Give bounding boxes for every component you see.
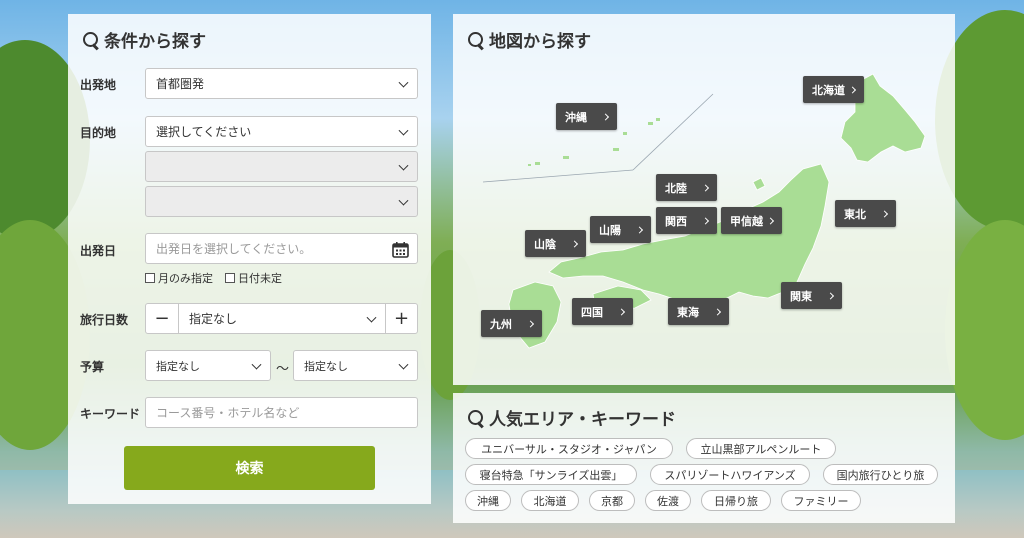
chevron-down-icon <box>398 359 409 370</box>
budget-range-separator: 〜 <box>276 362 290 377</box>
region-hokuriku-button[interactable]: 北陸 <box>656 174 717 201</box>
chevron-right-icon <box>601 112 610 121</box>
search-submit-button[interactable]: 検索 <box>124 446 375 490</box>
chevron-right-icon <box>701 216 710 225</box>
keyword-tag[interactable]: 京都 <box>589 490 635 511</box>
keyword-tag[interactable]: 北海道 <box>521 490 579 511</box>
date-undecided-checkbox[interactable] <box>225 273 235 283</box>
date-label: 出発日 <box>80 244 117 258</box>
region-shikoku-button[interactable]: 四国 <box>572 298 633 325</box>
chevron-right-icon <box>713 307 722 316</box>
keyword-label: キーワード <box>80 407 141 421</box>
chevron-down-icon <box>398 160 409 171</box>
keyword-tag[interactable]: スパリゾートハワイアンズ <box>650 464 810 485</box>
region-hokkaido-button[interactable]: 北海道 <box>803 76 864 103</box>
chevron-right-icon <box>766 216 775 225</box>
destination-sub-select-2[interactable] <box>145 186 418 217</box>
search-icon <box>467 409 485 427</box>
chevron-right-icon <box>526 319 535 328</box>
keyword-tag[interactable]: 沖縄 <box>465 490 511 511</box>
region-kyushu-button[interactable]: 九州 <box>481 310 542 337</box>
trip-days-label: 旅行日数 <box>80 313 129 327</box>
chevron-right-icon <box>880 209 889 218</box>
budget-max-select[interactable]: 指定なし <box>293 350 418 381</box>
keyword-tag[interactable]: 国内旅行ひとり旅 <box>823 464 938 485</box>
chevron-right-icon <box>617 307 626 316</box>
month-only-checkbox[interactable] <box>145 273 155 283</box>
keyword-tag[interactable]: 立山黒部アルペンルート <box>686 438 836 459</box>
chevron-down-icon <box>398 77 409 88</box>
keyword-panel-title: 人気エリア・キーワード <box>467 405 676 430</box>
departure-label: 出発地 <box>80 78 117 92</box>
keyword-tag[interactable]: 佐渡 <box>645 490 691 511</box>
trip-days-select[interactable]: 指定なし <box>178 303 386 334</box>
departure-select[interactable]: 首都圏発 <box>145 68 418 99</box>
date-undecided-option[interactable]: 日付未定 <box>225 270 282 286</box>
search-icon <box>82 31 100 49</box>
region-sanin-button[interactable]: 山陰 <box>525 230 586 257</box>
region-sanyo-button[interactable]: 山陽 <box>590 216 651 243</box>
budget-label: 予算 <box>80 360 105 374</box>
popular-keywords-panel: 人気エリア・キーワード ユニバーサル・スタジオ・ジャパン 立山黒部アルペンルート… <box>453 393 955 523</box>
chevron-down-icon <box>398 195 409 206</box>
chevron-down-icon <box>398 125 409 136</box>
chevron-right-icon <box>848 85 857 94</box>
destination-label: 目的地 <box>80 126 117 140</box>
region-kanto-button[interactable]: 関東 <box>781 282 842 309</box>
destination-select[interactable]: 選択してください <box>145 116 418 147</box>
search-conditions-panel: 条件から探す 出発地 首都圏発 目的地 選択してください 出発日 出発日を選択し… <box>68 14 431 504</box>
chevron-right-icon <box>701 183 710 192</box>
calendar-icon[interactable] <box>392 241 409 258</box>
region-okinawa-button[interactable]: 沖縄 <box>556 103 617 130</box>
keyword-tag[interactable]: 日帰り旅 <box>701 490 771 511</box>
chevron-right-icon <box>635 225 644 234</box>
search-panel-title: 条件から探す <box>82 27 206 52</box>
days-plus-button[interactable]: + <box>385 303 418 334</box>
budget-min-select[interactable]: 指定なし <box>145 350 271 381</box>
chevron-right-icon <box>570 239 579 248</box>
map-sado <box>752 177 766 191</box>
departure-date-input[interactable]: 出発日を選択してください。 <box>145 233 418 264</box>
chevron-down-icon <box>251 359 262 370</box>
keyword-tag[interactable]: 寝台特急「サンライズ出雲」 <box>465 464 637 485</box>
chevron-right-icon <box>826 291 835 300</box>
destination-sub-select-1[interactable] <box>145 151 418 182</box>
keyword-input[interactable]: コース番号・ホテル名など <box>145 397 418 428</box>
keyword-tag[interactable]: ファミリー <box>781 490 861 511</box>
region-tohoku-button[interactable]: 東北 <box>835 200 896 227</box>
keyword-tag[interactable]: ユニバーサル・スタジオ・ジャパン <box>465 438 673 459</box>
region-kansai-button[interactable]: 関西 <box>656 207 717 234</box>
month-only-option[interactable]: 月のみ指定 <box>145 270 213 286</box>
days-minus-button[interactable]: − <box>145 303 179 334</box>
region-tokai-button[interactable]: 東海 <box>668 298 729 325</box>
chevron-down-icon <box>366 312 377 323</box>
map-search-panel: 地図から探す 北海道 沖縄 北陸 東北 関西 甲信越 山陽 山陰 関東 四国 東… <box>453 14 955 385</box>
region-koshinetsu-button[interactable]: 甲信越 <box>721 207 782 234</box>
